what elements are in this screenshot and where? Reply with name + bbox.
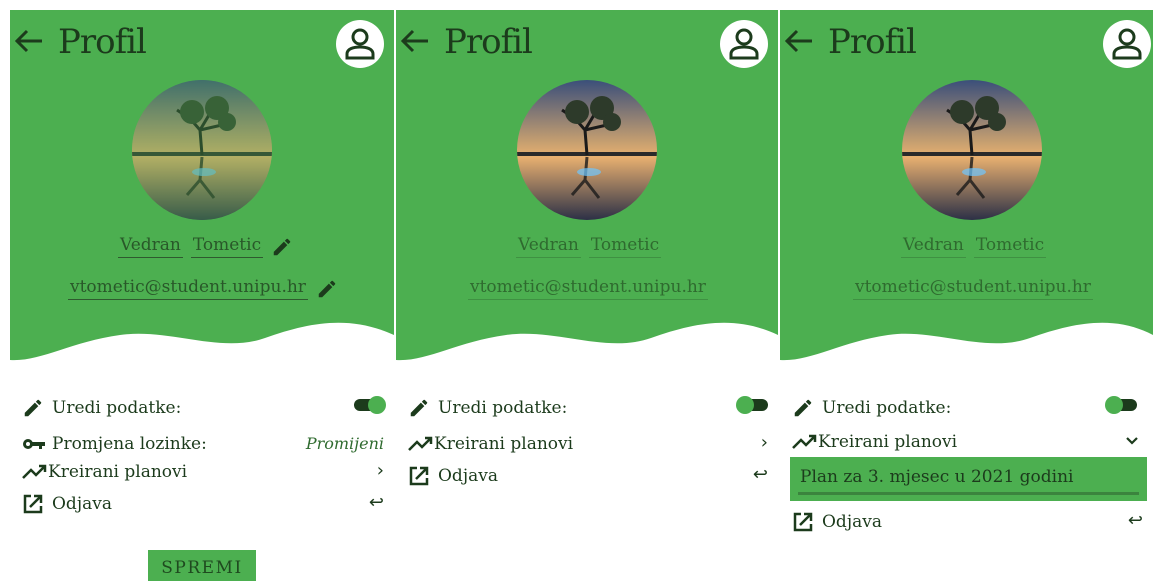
email-field-row: vtometic@student.unipu.hr [68,274,338,300]
name-fields: Vedran Tometic [901,232,1047,258]
chevron-right-icon[interactable]: › [761,432,768,453]
chevron-down-icon[interactable] [1125,428,1139,455]
edit-data-row: Uredi podatke: [22,394,386,422]
account-icon[interactable] [1103,20,1151,68]
account-icon[interactable] [336,20,384,68]
key-icon [22,433,48,455]
profile-screen-view-mode: Profil Vedran Tometic vtometic@student.u… [396,10,778,581]
account-icon[interactable] [720,20,768,68]
chevron-right-icon[interactable]: › [377,460,384,481]
plan-divider [798,492,1139,495]
return-icon[interactable]: ↩ [753,464,768,485]
email-input[interactable]: vtometic@student.unipu.hr [68,277,308,300]
edit-name-icon[interactable] [271,236,293,258]
logout-row[interactable]: Odjava ↩ [408,462,768,490]
created-plans-label: Kreirani planovi [434,434,574,454]
trending-up-icon [22,461,48,483]
trending-up-icon [792,431,818,453]
profile-header: Profil Vedran Tometic vtometic@student.u… [10,10,394,380]
edit-data-toggle[interactable] [354,396,386,414]
page-title: Profil [828,22,917,62]
email-input: vtometic@student.unipu.hr [853,277,1093,300]
last-name-input: Tometic [588,235,662,258]
profile-photo [902,80,1042,220]
pencil-icon [792,397,818,419]
created-plans-label: Kreirani planovi [818,432,958,452]
logout-row[interactable]: Odjava ↩ [792,508,1143,536]
created-plans-label: Kreirani planovi [48,462,188,482]
logout-label: Odjava [52,494,112,514]
trending-up-icon [408,433,434,455]
edit-data-row: Uredi podatke: [792,394,1143,422]
profile-photo[interactable] [132,80,272,220]
edit-data-row: Uredi podatke: [408,394,768,422]
open-in-new-icon [22,493,48,515]
open-in-new-icon [408,465,434,487]
profile-screen-plans-expanded: Profil Vedran Tometic vtometic@student.u… [780,10,1153,581]
pencil-icon [408,397,434,419]
email-input: vtometic@student.unipu.hr [468,277,708,300]
change-password-row[interactable]: Promjena lozinke: Promijeni [22,430,384,458]
first-name-input: Vedran [516,235,581,258]
profile-photo [517,80,657,220]
created-plans-row[interactable]: Kreirani planovi › [22,458,384,486]
name-fields: Vedran Tometic [516,232,662,258]
pencil-icon [22,397,48,419]
profile-header: Profil Vedran Tometic vtometic@student.u… [780,10,1153,380]
email-field-row: vtometic@student.unipu.hr [853,274,1093,300]
last-name-input[interactable]: Tometic [190,235,264,258]
back-arrow-icon[interactable] [12,26,46,60]
return-icon[interactable]: ↩ [369,492,384,513]
page-title: Profil [58,22,147,62]
return-icon[interactable]: ↩ [1128,510,1143,531]
plan-list-item[interactable]: Plan za 3. mjesec u 2021 godini [790,457,1147,501]
first-name-input: Vedran [901,235,966,258]
edit-email-icon[interactable] [316,278,338,300]
edit-data-label: Uredi podatke: [52,398,182,418]
edit-data-label: Uredi podatke: [438,398,568,418]
save-button[interactable]: SPREMI [148,550,256,581]
logout-row[interactable]: Odjava ↩ [22,490,384,518]
profile-screen-edit-mode: Profil Vedran Tometic vtometic@student.u… [10,10,394,581]
back-arrow-icon[interactable] [782,26,816,60]
created-plans-row[interactable]: Kreirani planovi › [408,430,768,458]
first-name-input[interactable]: Vedran [118,235,183,258]
open-in-new-icon [792,511,818,533]
email-field-row: vtometic@student.unipu.hr [468,274,708,300]
logout-label: Odjava [438,466,498,486]
last-name-input: Tometic [973,235,1047,258]
back-arrow-icon[interactable] [398,26,432,60]
name-fields: Vedran Tometic [118,232,293,258]
change-password-label: Promjena lozinke: [52,434,207,454]
edit-data-toggle[interactable] [1105,396,1137,414]
edit-data-toggle[interactable] [736,396,768,414]
edit-data-label: Uredi podatke: [822,398,952,418]
logout-label: Odjava [822,512,882,532]
plan-title: Plan za 3. mjesec u 2021 godini [800,467,1074,487]
page-title: Profil [444,22,533,62]
created-plans-row[interactable]: Kreirani planovi [792,428,1143,456]
profile-header: Profil Vedran Tometic vtometic@student.u… [396,10,778,380]
change-password-action[interactable]: Promijeni [306,434,384,453]
